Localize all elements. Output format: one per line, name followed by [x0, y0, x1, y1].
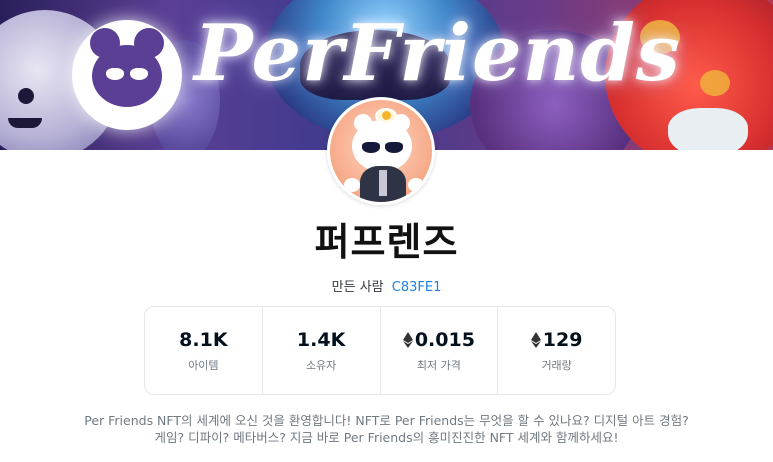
- stat-volume[interactable]: 129 거래량: [498, 307, 615, 394]
- collection-title: 퍼프렌즈: [314, 220, 459, 264]
- banner-logo-text: PerFriends: [194, 8, 681, 99]
- stat-label: 거래량: [541, 358, 572, 372]
- stat-items[interactable]: 8.1K 아이템: [145, 307, 263, 394]
- stat-label: 최저 가격: [416, 358, 461, 372]
- stat-value: 129: [530, 329, 582, 351]
- banner-ghost-mouth: [8, 118, 42, 128]
- stat-value: 1.4K: [296, 328, 346, 351]
- creator-link[interactable]: C83FE1: [392, 280, 442, 295]
- banner-red-spot: [700, 70, 730, 96]
- stat-label: 아이템: [188, 358, 219, 372]
- stat-value: 8.1K: [179, 328, 228, 351]
- creator-line: 만든 사람 C83FE1: [0, 276, 773, 295]
- banner-mask: [668, 108, 748, 150]
- description-line: 게임? 디파이? 메타버스? 지금 바로 Per Friends의 흥미진진한 …: [154, 430, 619, 445]
- stat-owners[interactable]: 1.4K 소유자: [263, 307, 381, 394]
- banner-ghost-eye: [18, 88, 34, 104]
- collection-description: Per Friends NFT의 세계에 오신 것을 환영합니다! NFT로 P…: [40, 412, 733, 446]
- collection-avatar[interactable]: [327, 97, 435, 205]
- ethereum-icon: [530, 331, 541, 348]
- creator-prefix: 만든 사람: [331, 280, 384, 295]
- stat-value: 0.015: [402, 329, 475, 351]
- stat-floor-price[interactable]: 0.015 최저 가격: [381, 307, 499, 394]
- stat-label: 소유자: [305, 358, 337, 372]
- ethereum-icon: [402, 331, 413, 348]
- collection-stats: 8.1K 아이템 1.4K 소유자 0.015 최저 가격 129 거래량: [144, 306, 616, 395]
- brand-logo-icon: [72, 20, 182, 130]
- description-line: Per Friends NFT의 세계에 오신 것을 환영합니다! NFT로 P…: [84, 413, 689, 428]
